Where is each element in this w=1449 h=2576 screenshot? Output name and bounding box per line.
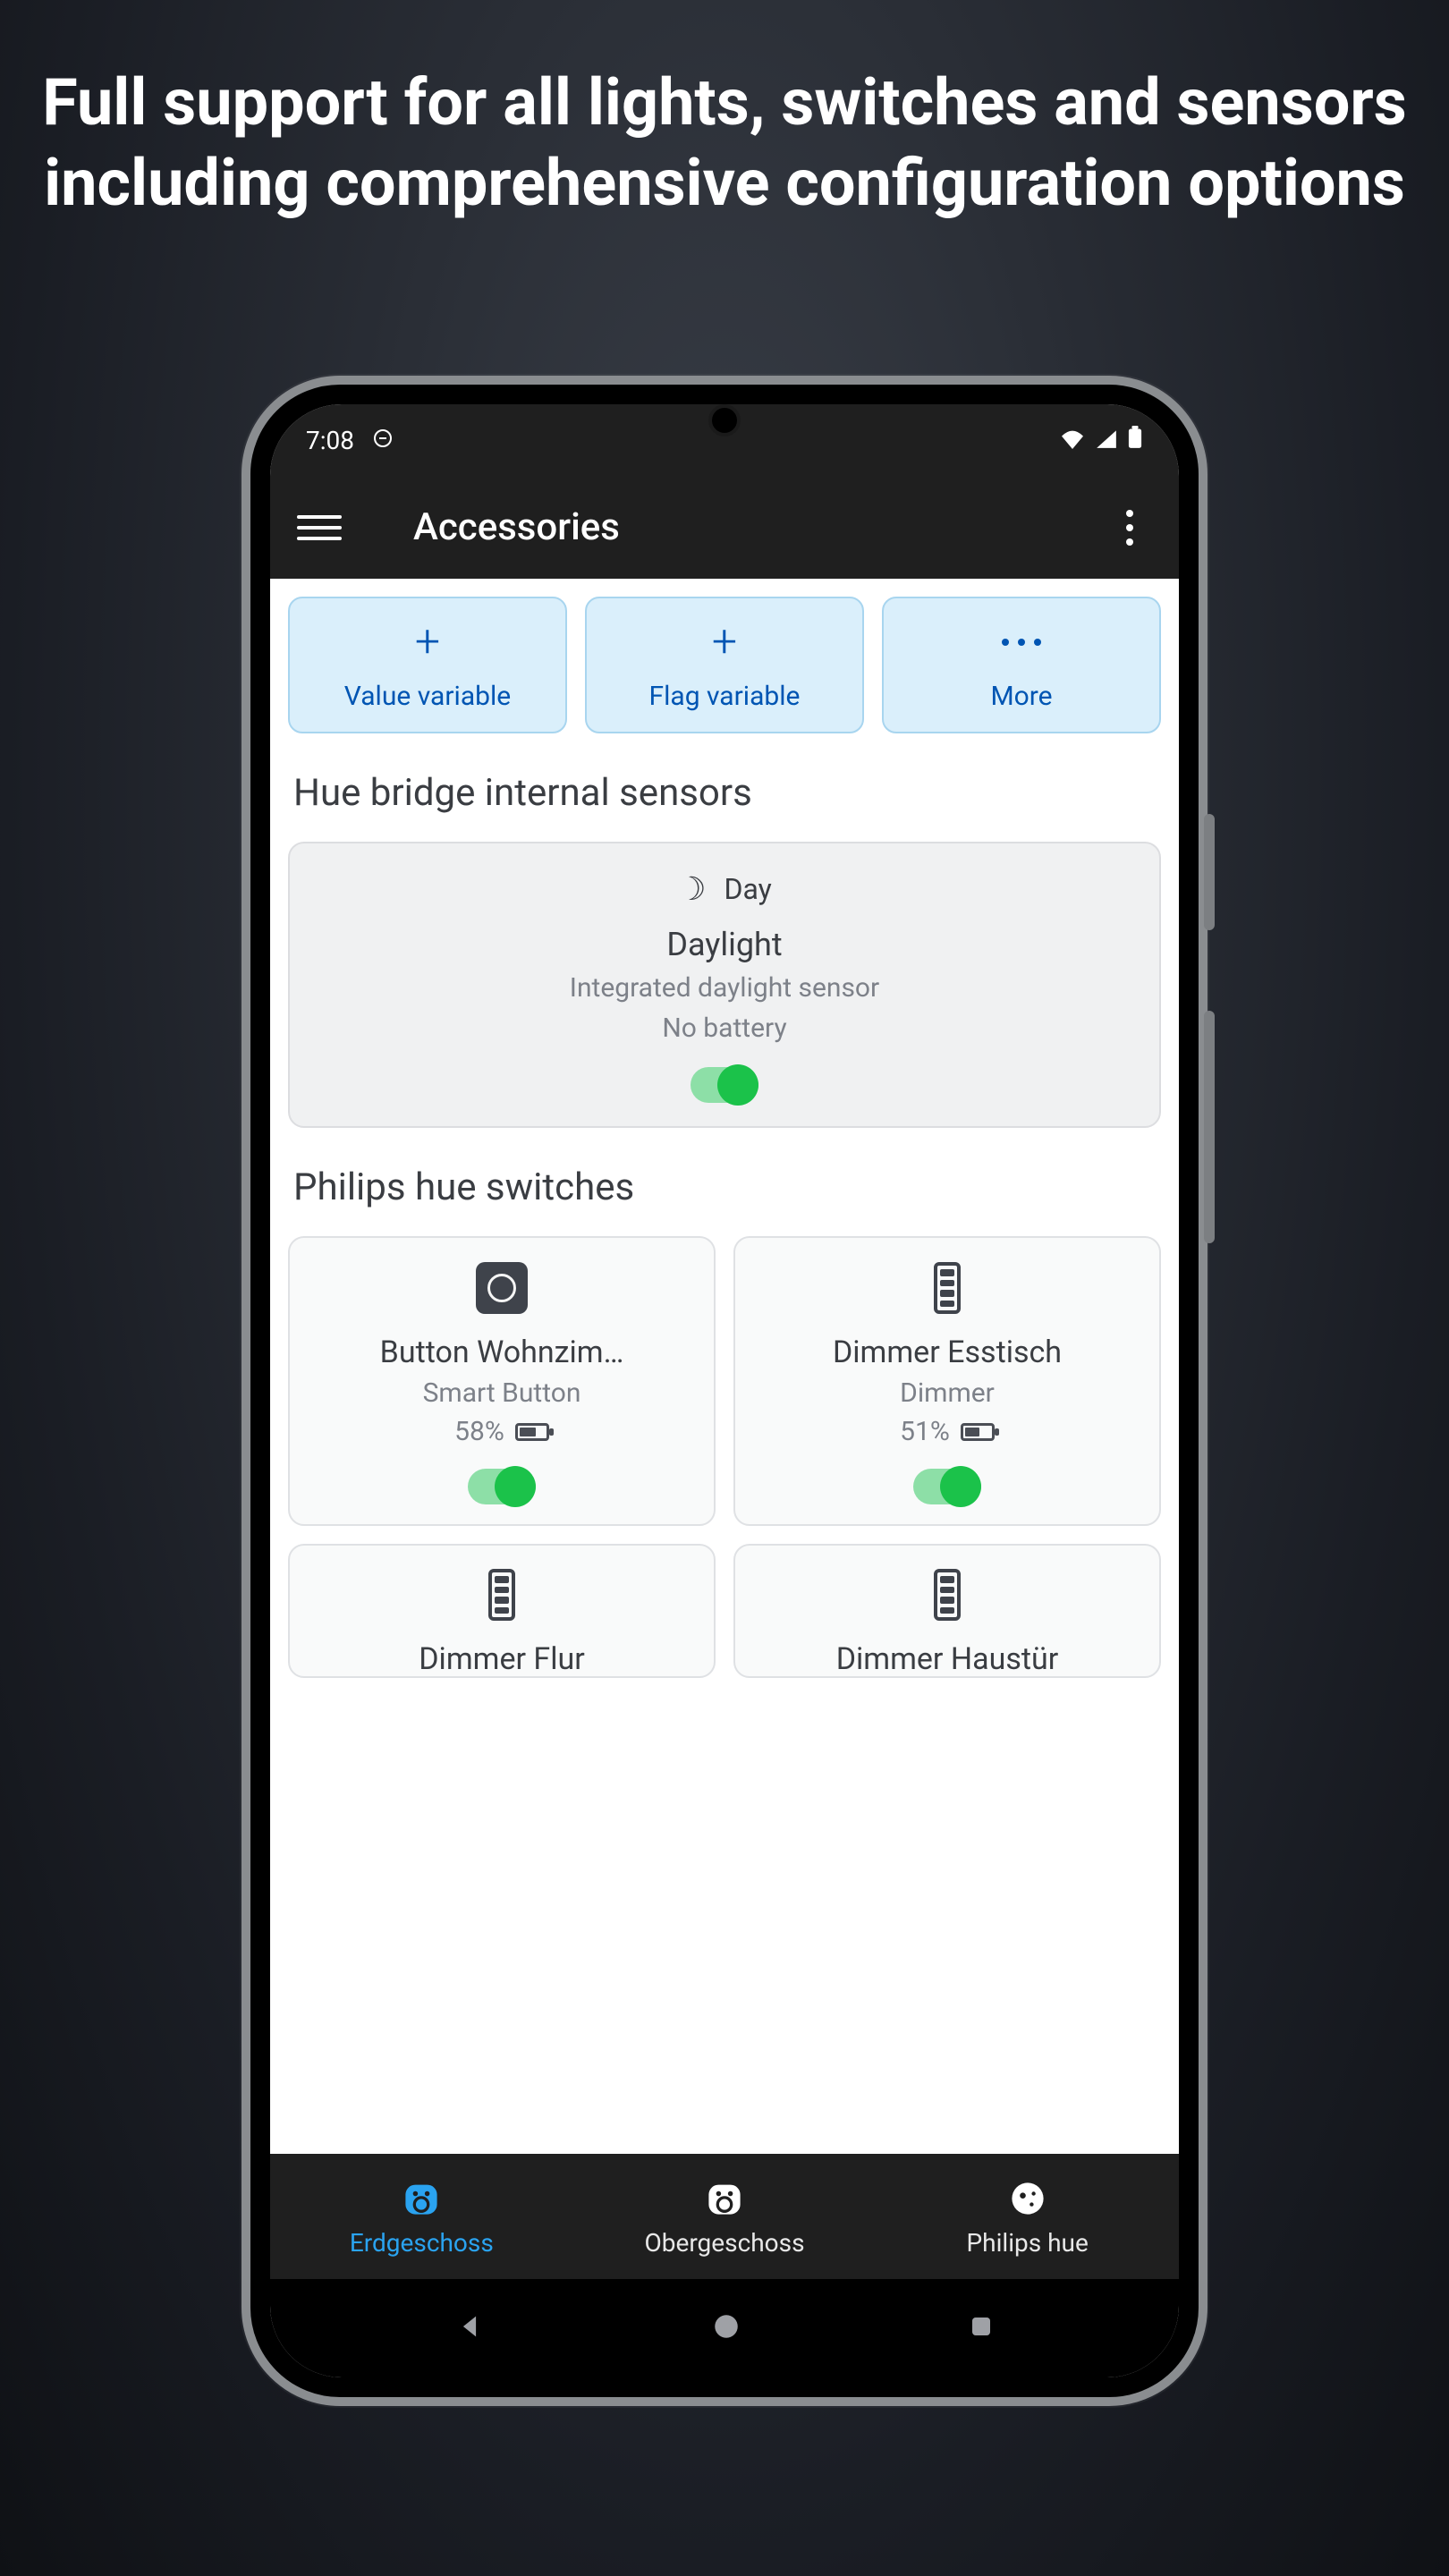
switch-name: Button Wohnzim… <box>380 1335 624 1370</box>
home-button[interactable] <box>711 2311 741 2345</box>
switch-card[interactable]: Dimmer Flur <box>288 1544 716 1678</box>
switch-toggle[interactable] <box>913 1469 981 1504</box>
action-label: Flag variable <box>649 681 801 712</box>
switch-battery: 51% <box>900 1416 995 1447</box>
dimmer-icon <box>475 1569 529 1622</box>
app-bar: Accessories <box>270 476 1179 579</box>
phone-side-button <box>1204 814 1215 930</box>
action-label: More <box>990 681 1052 712</box>
back-button[interactable] <box>454 2311 485 2345</box>
switch-type: Smart Button <box>423 1377 581 1409</box>
switch-name: Dimmer Haustür <box>836 1641 1059 1676</box>
dimmer-icon <box>920 1569 974 1622</box>
switch-toggle[interactable] <box>468 1469 536 1504</box>
action-label: Value variable <box>344 681 511 712</box>
system-nav-bar <box>270 2279 1179 2377</box>
bottom-nav: Erdgeschoss Obergeschoss Philips hue <box>270 2154 1179 2279</box>
page-title: Accessories <box>413 505 1107 549</box>
add-flag-variable-button[interactable]: + Flag variable <box>585 597 864 733</box>
battery-level-icon <box>961 1423 995 1441</box>
promo-heading: Full support for all lights, switches an… <box>0 63 1449 224</box>
phone-side-button <box>1204 1011 1215 1243</box>
section-heading-sensors: Hue bridge internal sensors <box>293 771 1161 815</box>
sensor-card-daylight[interactable]: ☽ Day Daylight Integrated daylight senso… <box>288 842 1161 1128</box>
sensor-toggle[interactable] <box>691 1067 758 1103</box>
nav-tab-philips-hue[interactable]: Philips hue <box>876 2154 1179 2279</box>
plus-icon: + <box>712 620 737 665</box>
hue-icon <box>1005 2176 1050 2221</box>
switch-card[interactable]: Dimmer Esstisch Dimmer 51% <box>733 1236 1161 1526</box>
sensor-name: Daylight <box>666 926 782 963</box>
wifi-icon <box>1059 426 1086 455</box>
phone-frame: 7:08 Accessories <box>242 376 1208 2406</box>
menu-icon[interactable] <box>297 515 342 540</box>
switch-card[interactable]: Dimmer Haustür <box>733 1544 1161 1678</box>
switch-type: Dimmer <box>900 1377 995 1409</box>
nav-label: Erdgeschoss <box>350 2228 494 2258</box>
moon-icon: ☽ <box>677 870 706 908</box>
add-value-variable-button[interactable]: + Value variable <box>288 597 567 733</box>
sensor-description: Integrated daylight sensor <box>570 972 879 1004</box>
more-actions-button[interactable]: More <box>882 597 1161 733</box>
room-icon <box>399 2176 444 2221</box>
content-area: + Value variable + Flag variable More Hu… <box>270 579 1179 2154</box>
dots-icon <box>1002 620 1041 665</box>
switch-name: Dimmer Flur <box>419 1641 585 1676</box>
switch-grid: Button Wohnzim… Smart Button 58% Dimmer … <box>288 1236 1161 1678</box>
sensor-status-label: Day <box>724 872 771 906</box>
status-icon <box>372 426 394 455</box>
recents-button[interactable] <box>968 2313 995 2343</box>
plus-icon: + <box>415 620 440 665</box>
switch-card[interactable]: Button Wohnzim… Smart Button 58% <box>288 1236 716 1526</box>
status-time: 7:08 <box>306 426 354 455</box>
battery-level-icon <box>515 1423 549 1441</box>
nav-label: Obergeschoss <box>644 2228 804 2258</box>
switch-battery: 58% <box>454 1416 549 1447</box>
signal-icon <box>1095 426 1118 455</box>
sensor-battery: No battery <box>662 1013 786 1044</box>
battery-icon <box>1127 426 1143 455</box>
dimmer-icon <box>920 1261 974 1315</box>
action-row: + Value variable + Flag variable More <box>288 597 1161 733</box>
nav-label: Philips hue <box>967 2228 1089 2258</box>
section-heading-switches: Philips hue switches <box>293 1165 1161 1209</box>
camera-notch <box>708 404 741 436</box>
switch-name: Dimmer Esstisch <box>833 1335 1062 1370</box>
nav-tab-erdgeschoss[interactable]: Erdgeschoss <box>270 2154 573 2279</box>
room-icon <box>702 2176 747 2221</box>
overflow-menu-icon[interactable] <box>1107 510 1152 546</box>
nav-tab-obergeschoss[interactable]: Obergeschoss <box>573 2154 877 2279</box>
smart-button-icon <box>475 1261 529 1315</box>
